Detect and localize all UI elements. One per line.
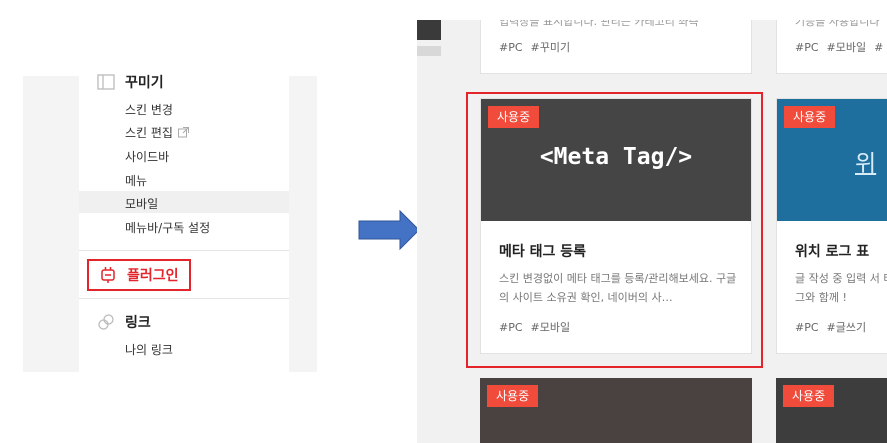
external-link-icon: [177, 127, 189, 138]
plug-icon: [99, 266, 117, 284]
layout-icon: [97, 73, 115, 91]
sidebar-item-menubar[interactable]: 메뉴바/구독 설정: [125, 219, 210, 236]
plugin-card-desc: 기능을 사용합니다: [795, 20, 880, 28]
right-arrow-icon: [358, 209, 420, 254]
sidebar-item-label: 스킨 편집: [125, 126, 173, 140]
sidebar-section-plugin[interactable]: 플러그인: [87, 259, 191, 291]
tag[interactable]: #PC: [795, 321, 819, 334]
sidebar-section-label: 플러그인: [127, 268, 179, 284]
in-use-badge: 사용중: [784, 106, 836, 128]
sidebar-section-decorate[interactable]: 꾸미기: [97, 72, 164, 92]
plugin-card[interactable]: 사용중: [480, 378, 752, 443]
plugin-card-title: 위치 로그 표: [795, 244, 870, 260]
admin-sidebar: 꾸미기 스킨 변경 스킨 편집 사이드바 메뉴 모바일 메뉴바/구독 설정 플러…: [79, 74, 289, 372]
tag[interactable]: #꾸미기: [531, 41, 571, 54]
plugin-card-tags: #PC #글쓰기: [795, 319, 874, 335]
sidebar-item-skin-edit[interactable]: 스킨 편집: [125, 124, 189, 141]
tag[interactable]: #PC: [499, 41, 523, 54]
sidebar-item-skin-change[interactable]: 스킨 변경: [125, 101, 173, 118]
plugin-card[interactable]: 기능을 사용합니다 #PC #모바일 #: [776, 20, 887, 74]
in-use-badge: 사용중: [487, 385, 539, 407]
highlight-box: [466, 92, 763, 368]
tag[interactable]: #모바일: [827, 41, 867, 54]
sidebar-section-label: 꾸미기: [125, 75, 164, 91]
sidebar-divider: [79, 298, 289, 299]
topbar-fragment: [417, 46, 441, 56]
sidebar-section-label: 링크: [125, 315, 151, 331]
topbar-fragment: [417, 20, 441, 40]
sidebar-item-my-link[interactable]: 나의 링크: [125, 341, 173, 358]
tag[interactable]: #글쓰기: [827, 321, 867, 334]
sidebar-section-link[interactable]: 링크: [97, 312, 151, 332]
tag[interactable]: #: [874, 41, 883, 54]
sidebar-item-active-bg: [79, 191, 289, 213]
sidebar-divider: [79, 250, 289, 251]
plugin-card-tags: #PC #꾸미기: [499, 39, 578, 55]
plugin-card[interactable]: 입력창을 표시합니다. 관리는 카테고리 좌측 #PC #꾸미기: [480, 20, 752, 74]
plugin-card-location-log[interactable]: 위 사용중 위치 로그 표 글 작성 중 입력 서 태그와 함께 ! #PC #글…: [776, 98, 887, 354]
plugin-card-desc: 글 작성 중 입력 서 태그와 함께 !: [795, 272, 887, 304]
link-icon: [97, 313, 115, 331]
plugin-card-desc: 입력창을 표시합니다. 관리는 카테고리 좌측: [499, 20, 699, 28]
in-use-badge: 사용중: [783, 385, 835, 407]
plugin-card[interactable]: 사용중: [776, 378, 887, 443]
sidebar-item-menu[interactable]: 메뉴: [125, 172, 147, 189]
sidebar-item-mobile[interactable]: 모바일: [125, 195, 158, 212]
tag[interactable]: #PC: [795, 41, 819, 54]
plugin-list-screenshot: 입력창을 표시합니다. 관리는 카테고리 좌측 #PC #꾸미기 기능을 사용합니…: [417, 20, 887, 443]
plugin-thumbnail-title: 위: [855, 151, 877, 177]
plugin-card-tags: #PC #모바일 #: [795, 39, 887, 55]
sidebar-screenshot: 꾸미기 스킨 변경 스킨 편집 사이드바 메뉴 모바일 메뉴바/구독 설정 플러…: [23, 74, 317, 372]
sidebar-item-sidebar[interactable]: 사이드바: [125, 148, 169, 165]
